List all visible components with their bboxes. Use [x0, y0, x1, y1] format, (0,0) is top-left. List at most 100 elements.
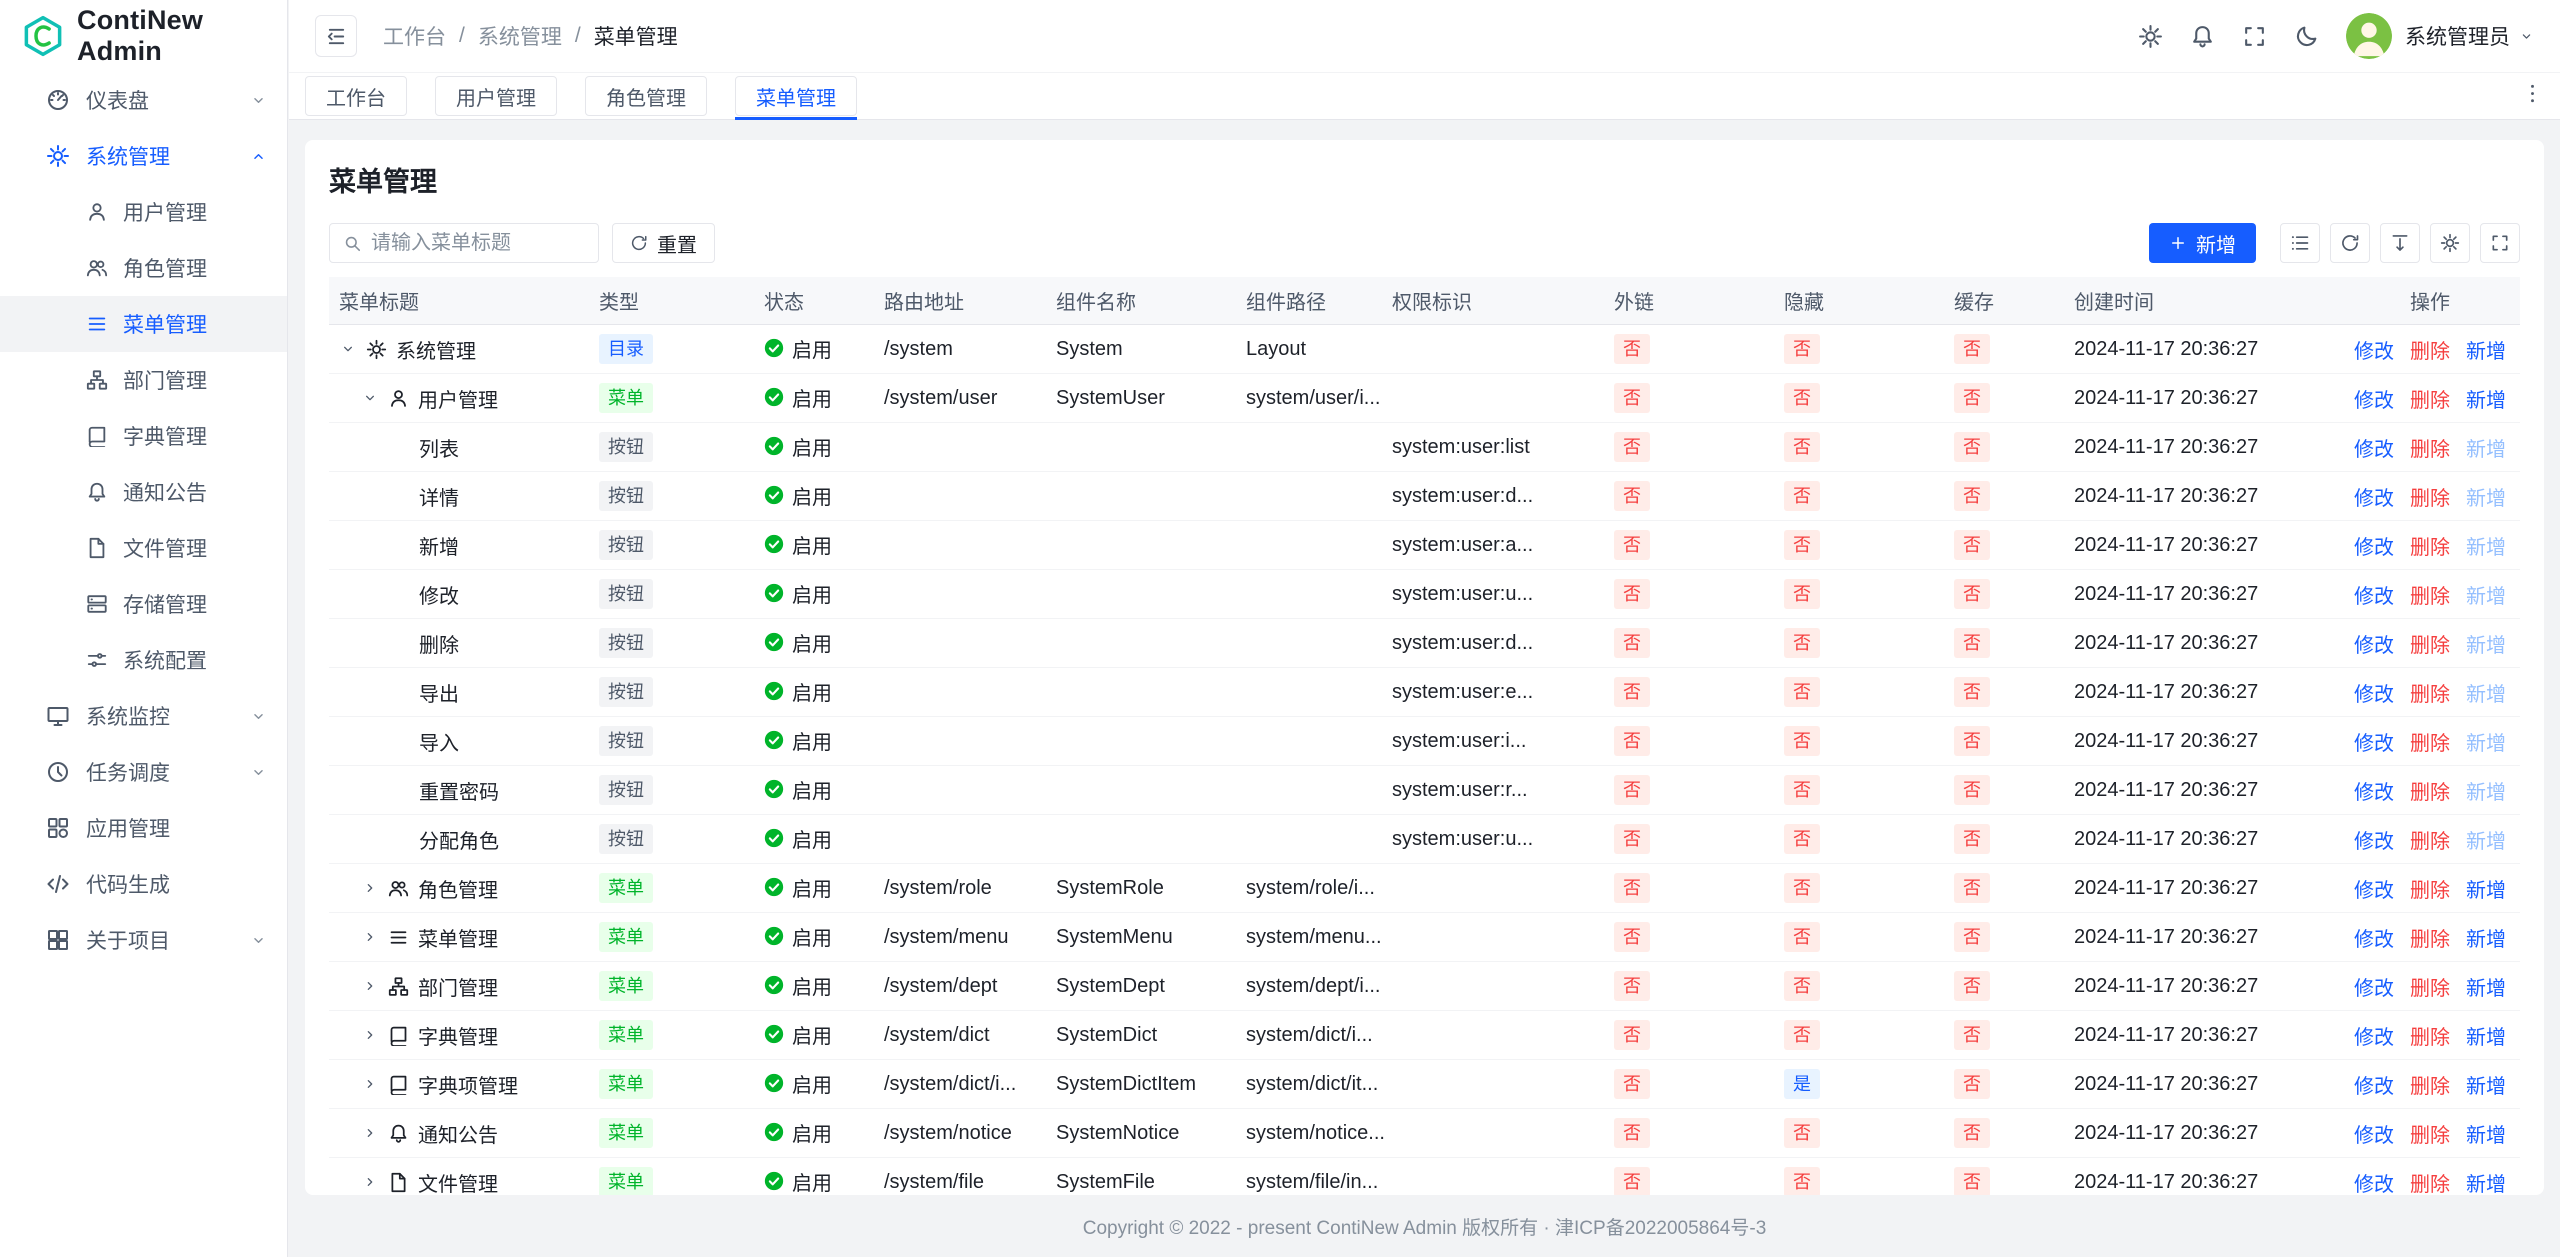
col-height-button[interactable] [2380, 223, 2420, 263]
delete-link[interactable]: 删除 [2410, 384, 2450, 413]
add-link[interactable]: 新增 [2466, 1119, 2506, 1148]
sidebar-subitem-1-6[interactable]: 文件管理 [0, 520, 287, 576]
edit-link[interactable]: 修改 [2354, 678, 2394, 707]
delete-link[interactable]: 删除 [2410, 874, 2450, 903]
row-expand-icon[interactable] [361, 978, 379, 994]
delete-link[interactable]: 删除 [2410, 1119, 2450, 1148]
sidebar-item-0[interactable]: 仪表盘 [0, 72, 287, 128]
row-expand-icon[interactable] [361, 1174, 379, 1190]
edit-link[interactable]: 修改 [2354, 972, 2394, 1001]
breadcrumb-item-2[interactable]: 菜单管理 [594, 21, 678, 51]
delete-link[interactable]: 删除 [2410, 531, 2450, 560]
fullscreen-icon[interactable] [2242, 24, 2267, 49]
avatar[interactable] [2346, 13, 2392, 59]
row-expand-icon[interactable] [361, 390, 379, 406]
add-link[interactable]: 新增 [2466, 335, 2506, 364]
delete-link[interactable]: 删除 [2410, 825, 2450, 854]
add-link[interactable]: 新增 [2466, 384, 2506, 413]
delete-link[interactable]: 删除 [2410, 727, 2450, 756]
row-expand-icon[interactable] [361, 929, 379, 945]
code-icon [46, 872, 70, 896]
tab-3[interactable]: 菜单管理 [735, 76, 857, 116]
sidebar-item-5[interactable]: 代码生成 [0, 856, 287, 912]
tab-0[interactable]: 工作台 [305, 76, 407, 116]
moon-icon[interactable] [2294, 24, 2319, 49]
delete-link[interactable]: 删除 [2410, 678, 2450, 707]
delete-link[interactable]: 删除 [2410, 433, 2450, 462]
tab-1[interactable]: 用户管理 [435, 76, 557, 116]
add-link[interactable]: 新增 [2466, 1021, 2506, 1050]
sidebar-item-4[interactable]: 应用管理 [0, 800, 287, 856]
delete-link[interactable]: 删除 [2410, 629, 2450, 658]
delete-link[interactable]: 删除 [2410, 1168, 2450, 1196]
list-button[interactable] [2280, 223, 2320, 263]
edit-link[interactable]: 修改 [2354, 384, 2394, 413]
add-link[interactable]: 新增 [2466, 923, 2506, 952]
sidebar-subitem-1-0[interactable]: 用户管理 [0, 184, 287, 240]
edit-link[interactable]: 修改 [2354, 580, 2394, 609]
edit-link[interactable]: 修改 [2354, 776, 2394, 805]
sidebar-subitem-1-1[interactable]: 角色管理 [0, 240, 287, 296]
edit-link[interactable]: 修改 [2354, 433, 2394, 462]
gear-icon[interactable] [2138, 24, 2163, 49]
sidebar-subitem-1-4[interactable]: 字典管理 [0, 408, 287, 464]
row-expand-icon[interactable] [361, 1076, 379, 1092]
delete-link[interactable]: 删除 [2410, 580, 2450, 609]
sidebar-subitem-1-5[interactable]: 通知公告 [0, 464, 287, 520]
edit-link[interactable]: 修改 [2354, 1119, 2394, 1148]
edit-link[interactable]: 修改 [2354, 1070, 2394, 1099]
fullscreen-button[interactable] [2480, 223, 2520, 263]
sidebar-item-1[interactable]: 系统管理 [0, 128, 287, 184]
add-button[interactable]: 新增 [2149, 223, 2256, 263]
edit-link[interactable]: 修改 [2354, 629, 2394, 658]
edit-link[interactable]: 修改 [2354, 825, 2394, 854]
delete-link[interactable]: 删除 [2410, 335, 2450, 364]
app-logo[interactable]: ContiNew Admin [0, 0, 287, 72]
status-badge: 启用 [764, 726, 832, 755]
tab-2[interactable]: 角色管理 [585, 76, 707, 116]
row-expand-icon[interactable] [361, 1027, 379, 1043]
external-badge: 否 [1614, 824, 1650, 854]
refresh-button[interactable] [2330, 223, 2370, 263]
edit-link[interactable]: 修改 [2354, 923, 2394, 952]
add-link[interactable]: 新增 [2466, 874, 2506, 903]
delete-link[interactable]: 删除 [2410, 1070, 2450, 1099]
tabs-more-button[interactable] [2521, 82, 2544, 111]
sidebar-subitem-1-7[interactable]: 存储管理 [0, 576, 287, 632]
delete-link[interactable]: 删除 [2410, 923, 2450, 952]
bell-icon[interactable] [2190, 24, 2215, 49]
breadcrumb-item-0[interactable]: 工作台 [383, 21, 446, 51]
edit-link[interactable]: 修改 [2354, 1021, 2394, 1050]
delete-link[interactable]: 删除 [2410, 776, 2450, 805]
sidebar-subitem-1-8[interactable]: 系统配置 [0, 632, 287, 688]
add-link[interactable]: 新增 [2466, 1070, 2506, 1099]
sidebar-item-6[interactable]: 关于项目 [0, 912, 287, 968]
row-expand-icon[interactable] [361, 880, 379, 896]
sidebar-collapse-button[interactable] [315, 15, 357, 57]
add-link[interactable]: 新增 [2466, 1168, 2506, 1196]
edit-link[interactable]: 修改 [2354, 335, 2394, 364]
row-expand-icon[interactable] [361, 1125, 379, 1141]
sidebar-item-3[interactable]: 任务调度 [0, 744, 287, 800]
edit-link[interactable]: 修改 [2354, 874, 2394, 903]
delete-link[interactable]: 删除 [2410, 972, 2450, 1001]
delete-link[interactable]: 删除 [2410, 1021, 2450, 1050]
row-expand-icon[interactable] [339, 341, 357, 357]
check-circle-icon [764, 1171, 784, 1191]
search-input[interactable] [371, 232, 585, 255]
sidebar-item-2[interactable]: 系统监控 [0, 688, 287, 744]
sidebar-subitem-1-2[interactable]: 菜单管理 [0, 296, 287, 352]
edit-link[interactable]: 修改 [2354, 1168, 2394, 1196]
edit-link[interactable]: 修改 [2354, 531, 2394, 560]
edit-link[interactable]: 修改 [2354, 482, 2394, 511]
user-menu[interactable]: 系统管理员 [2405, 21, 2534, 51]
reset-button[interactable]: 重置 [612, 223, 715, 263]
delete-link[interactable]: 删除 [2410, 482, 2450, 511]
column-header-10: 创建时间 [2074, 286, 2354, 315]
edit-link[interactable]: 修改 [2354, 727, 2394, 756]
status-badge: 启用 [764, 481, 832, 510]
sidebar-subitem-1-3[interactable]: 部门管理 [0, 352, 287, 408]
gear-button[interactable] [2430, 223, 2470, 263]
breadcrumb-item-1[interactable]: 系统管理 [478, 21, 562, 51]
add-link[interactable]: 新增 [2466, 972, 2506, 1001]
